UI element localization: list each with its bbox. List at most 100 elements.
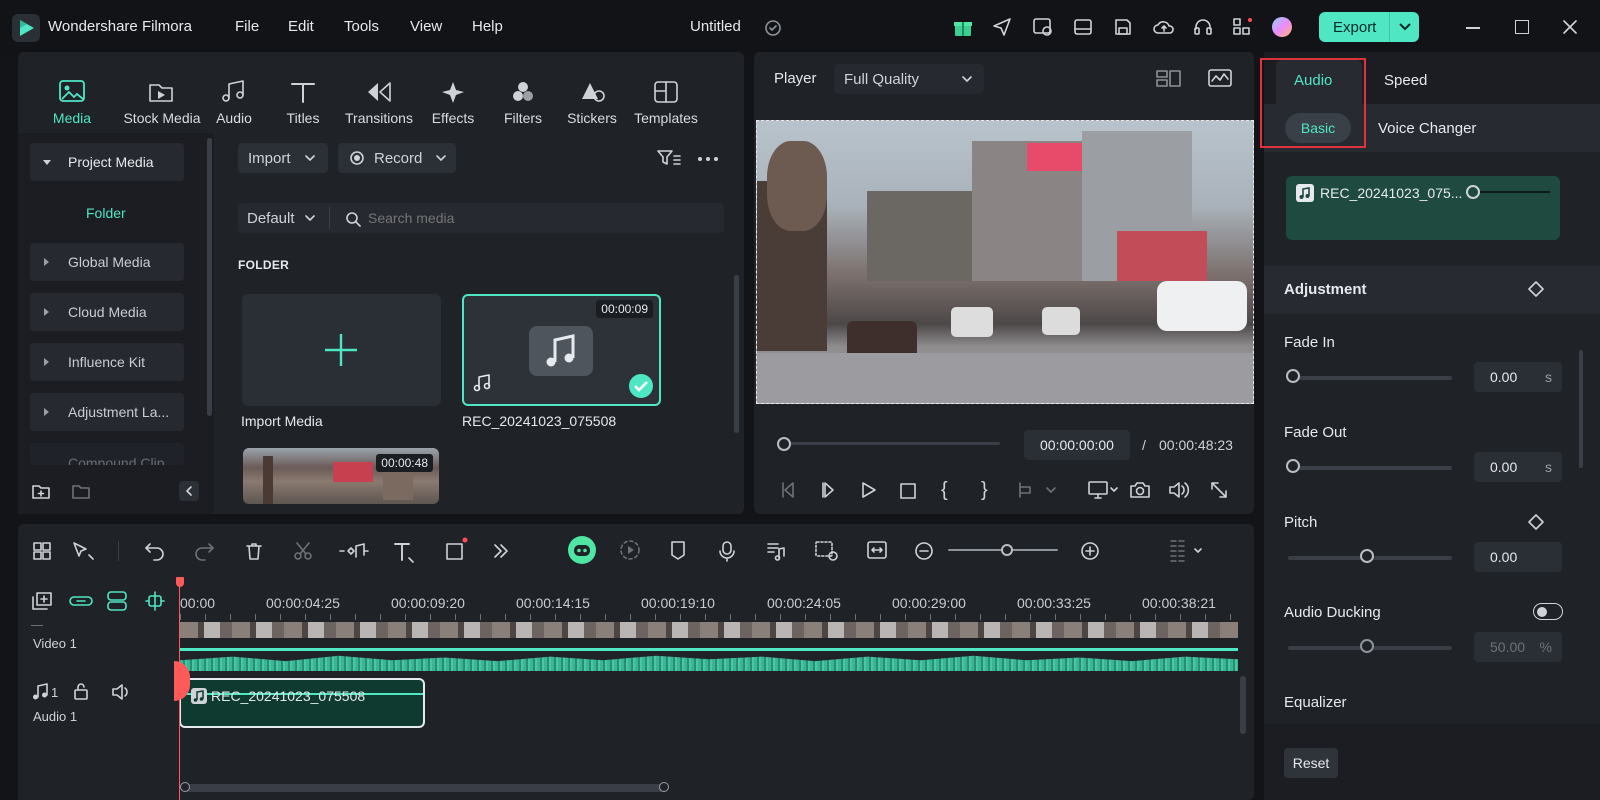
text-tool-icon[interactable]	[392, 541, 416, 563]
sidebar-item-adjustment-layer[interactable]: Adjustment La...	[30, 393, 184, 431]
collapse-sidebar-button[interactable]	[179, 481, 199, 501]
layout-switch-icon[interactable]	[32, 541, 52, 561]
zoom-handle[interactable]	[1001, 544, 1013, 556]
scrollbar-end-handle[interactable]	[659, 782, 669, 792]
play-icon[interactable]	[860, 481, 878, 499]
cloud-status-icon[interactable]	[764, 19, 782, 37]
sidebar-item-folder[interactable]: Folder	[86, 205, 126, 221]
video-preview[interactable]	[756, 120, 1254, 404]
subtab-voice-changer[interactable]: Voice Changer	[1378, 120, 1476, 137]
lock-track-icon[interactable]	[72, 683, 90, 701]
maximize-icon[interactable]	[1515, 20, 1529, 34]
fade-in-slider[interactable]	[1288, 376, 1452, 380]
import-button[interactable]: Import	[238, 143, 328, 173]
audio-clip-handle[interactable]	[1466, 185, 1480, 199]
cloud-upload-icon[interactable]	[1152, 17, 1176, 37]
timeline-horizontal-scrollbar[interactable]	[182, 784, 668, 792]
ai-assistant-icon[interactable]	[568, 536, 596, 564]
tab-speed[interactable]: Speed	[1384, 72, 1427, 89]
tab-stock-media[interactable]: Stock Media	[117, 78, 207, 126]
undo-icon[interactable]	[144, 541, 166, 561]
tab-filters[interactable]: Filters	[488, 78, 558, 126]
display-settings-icon[interactable]	[1087, 480, 1119, 500]
marker-icon[interactable]	[670, 540, 686, 560]
search-input[interactable]	[368, 206, 708, 230]
snapshot-icon[interactable]	[1129, 480, 1151, 500]
timeline-vertical-scrollbar[interactable]	[1240, 676, 1246, 734]
avatar[interactable]	[1272, 17, 1292, 37]
fade-out-value[interactable]: 0.00 s	[1474, 452, 1562, 482]
filter-icon[interactable]	[657, 149, 681, 167]
snap-icon[interactable]	[144, 590, 166, 612]
scrollbar-start-handle[interactable]	[180, 782, 190, 792]
mute-track-icon[interactable]	[111, 683, 131, 701]
tab-audio[interactable]: Audio	[199, 78, 269, 126]
menu-tools[interactable]: Tools	[344, 18, 379, 35]
tab-media[interactable]: Media	[37, 78, 107, 126]
fit-timeline-icon[interactable]	[866, 540, 888, 560]
microphone-icon[interactable]	[718, 540, 736, 562]
audio-ducking-value[interactable]: 50.00%	[1474, 632, 1562, 662]
tab-effects[interactable]: Effects	[418, 78, 488, 126]
tab-stickers[interactable]: Stickers	[557, 78, 627, 126]
audio-ducking-toggle[interactable]	[1533, 603, 1563, 620]
new-folder-icon[interactable]	[31, 482, 51, 500]
stop-icon[interactable]	[899, 482, 917, 500]
import-media-card[interactable]	[242, 294, 441, 406]
current-time-field[interactable]: 00:00:00:00	[1024, 430, 1130, 460]
zoom-out-icon[interactable]	[914, 541, 934, 561]
chevron-down-icon[interactable]	[1389, 12, 1419, 42]
redo-icon[interactable]	[193, 541, 215, 561]
media-scrollbar[interactable]	[734, 275, 739, 433]
preview-render-icon[interactable]	[814, 540, 840, 562]
previous-frame-icon[interactable]	[779, 481, 799, 499]
properties-scrollbar[interactable]	[1579, 350, 1583, 468]
sidebar-item-influence-kit[interactable]: Influence Kit	[30, 343, 184, 381]
fullscreen-icon[interactable]	[1209, 480, 1229, 500]
audio-clip-preview[interactable]: REC_20241023_075...	[1286, 176, 1560, 240]
link-clips-icon[interactable]	[68, 592, 94, 610]
keyframe-icon[interactable]	[1528, 281, 1544, 297]
close-icon[interactable]	[1563, 20, 1577, 34]
minimize-icon[interactable]	[1466, 27, 1480, 29]
sort-dropdown[interactable]: Default	[247, 210, 315, 227]
keyframe-icon[interactable]	[1528, 514, 1544, 530]
zoom-in-icon[interactable]	[1080, 541, 1100, 561]
waveform-view-icon[interactable]	[1207, 68, 1233, 88]
sidebar-item-project-media[interactable]: Project Media	[30, 143, 184, 181]
tab-transitions[interactable]: Transitions	[334, 78, 424, 126]
fade-in-handle[interactable]	[1286, 369, 1300, 383]
multi-view-icon[interactable]	[1155, 68, 1183, 88]
sidebar-item-cloud-media[interactable]: Cloud Media	[30, 293, 184, 331]
sidebar-scrollbar[interactable]	[207, 138, 212, 416]
audio-media-card[interactable]: 00:00:09	[462, 294, 661, 406]
pitch-value[interactable]: 0.00	[1474, 542, 1562, 572]
audio-beat-icon[interactable]	[766, 540, 786, 562]
mark-in-icon[interactable]: {	[941, 479, 948, 502]
send-icon[interactable]	[992, 17, 1012, 37]
group-tracks-icon[interactable]	[106, 590, 128, 612]
sidebar-item-global-media[interactable]: Global Media	[30, 243, 184, 281]
quality-dropdown[interactable]: Full Quality	[834, 64, 984, 94]
menu-file[interactable]: File	[235, 18, 259, 35]
crop-tool-icon[interactable]	[444, 536, 470, 562]
more-tools-icon[interactable]	[492, 541, 510, 561]
auto-render-icon[interactable]	[619, 539, 641, 561]
apps-grid-icon[interactable]	[1232, 17, 1254, 37]
audio-edit-icon[interactable]	[338, 541, 370, 561]
video-clip-thumbnails[interactable]	[180, 622, 1238, 638]
tab-titles[interactable]: Titles	[268, 78, 338, 126]
video-clip-bar[interactable]	[180, 648, 1238, 651]
pitch-handle[interactable]	[1360, 549, 1374, 563]
split-icon[interactable]	[293, 541, 313, 561]
sidebar-item-compound-clip[interactable]: Compound Clip	[30, 443, 184, 465]
headset-icon[interactable]	[1193, 17, 1213, 37]
menu-help[interactable]: Help	[472, 18, 503, 35]
render-icon[interactable]	[1032, 17, 1054, 37]
insert-clip-icon[interactable]	[1017, 481, 1057, 499]
fade-out-handle[interactable]	[1286, 459, 1300, 473]
fade-out-slider[interactable]	[1288, 466, 1452, 470]
track-settings-icon[interactable]	[1168, 538, 1204, 564]
save-icon[interactable]	[1113, 17, 1133, 37]
next-frame-icon[interactable]	[819, 481, 839, 499]
